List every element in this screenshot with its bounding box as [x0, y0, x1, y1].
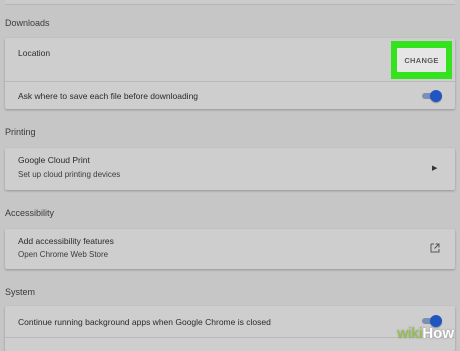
ask-label: Ask where to save each file before downl…	[18, 91, 199, 101]
location-label: Location	[18, 48, 51, 58]
printing-section-title: Printing	[5, 127, 36, 137]
downloads-card: Location Ask where to save each file bef…	[5, 38, 455, 109]
ask-row[interactable]: Ask where to save each file before downl…	[5, 82, 455, 109]
ask-toggle[interactable]	[420, 90, 442, 102]
location-row: Location	[5, 38, 455, 81]
wikihow-watermark: wikiHow	[397, 325, 454, 342]
accessibility-section-title: Accessibility	[5, 208, 55, 218]
cloud-print-row[interactable]: Google Cloud Print Set up cloud printing…	[5, 148, 455, 190]
background-apps-label: Continue running background apps when Go…	[18, 317, 271, 327]
chrome-settings-page: Downloads Location Ask where to save eac…	[0, 0, 460, 351]
accessibility-row[interactable]: Add accessibility features Open Chrome W…	[5, 229, 455, 269]
cloud-print-label: Google Cloud Print	[18, 155, 90, 165]
system-section-title: System	[5, 287, 36, 297]
row-divider	[5, 337, 455, 338]
change-button[interactable]: CHANGE	[397, 48, 446, 72]
chevron-right-icon: ▶	[432, 165, 438, 172]
downloads-section-title: Downloads	[5, 18, 50, 28]
background-apps-row[interactable]: Continue running background apps when Go…	[5, 306, 455, 336]
system-card: Continue running background apps when Go…	[5, 306, 455, 351]
open-in-new-icon	[430, 243, 440, 253]
toggle-knob	[430, 90, 442, 102]
previous-card-edge	[5, 0, 455, 5]
accessibility-sublabel: Open Chrome Web Store	[18, 250, 109, 259]
cloud-print-sublabel: Set up cloud printing devices	[18, 170, 121, 179]
accessibility-label: Add accessibility features	[18, 236, 114, 246]
